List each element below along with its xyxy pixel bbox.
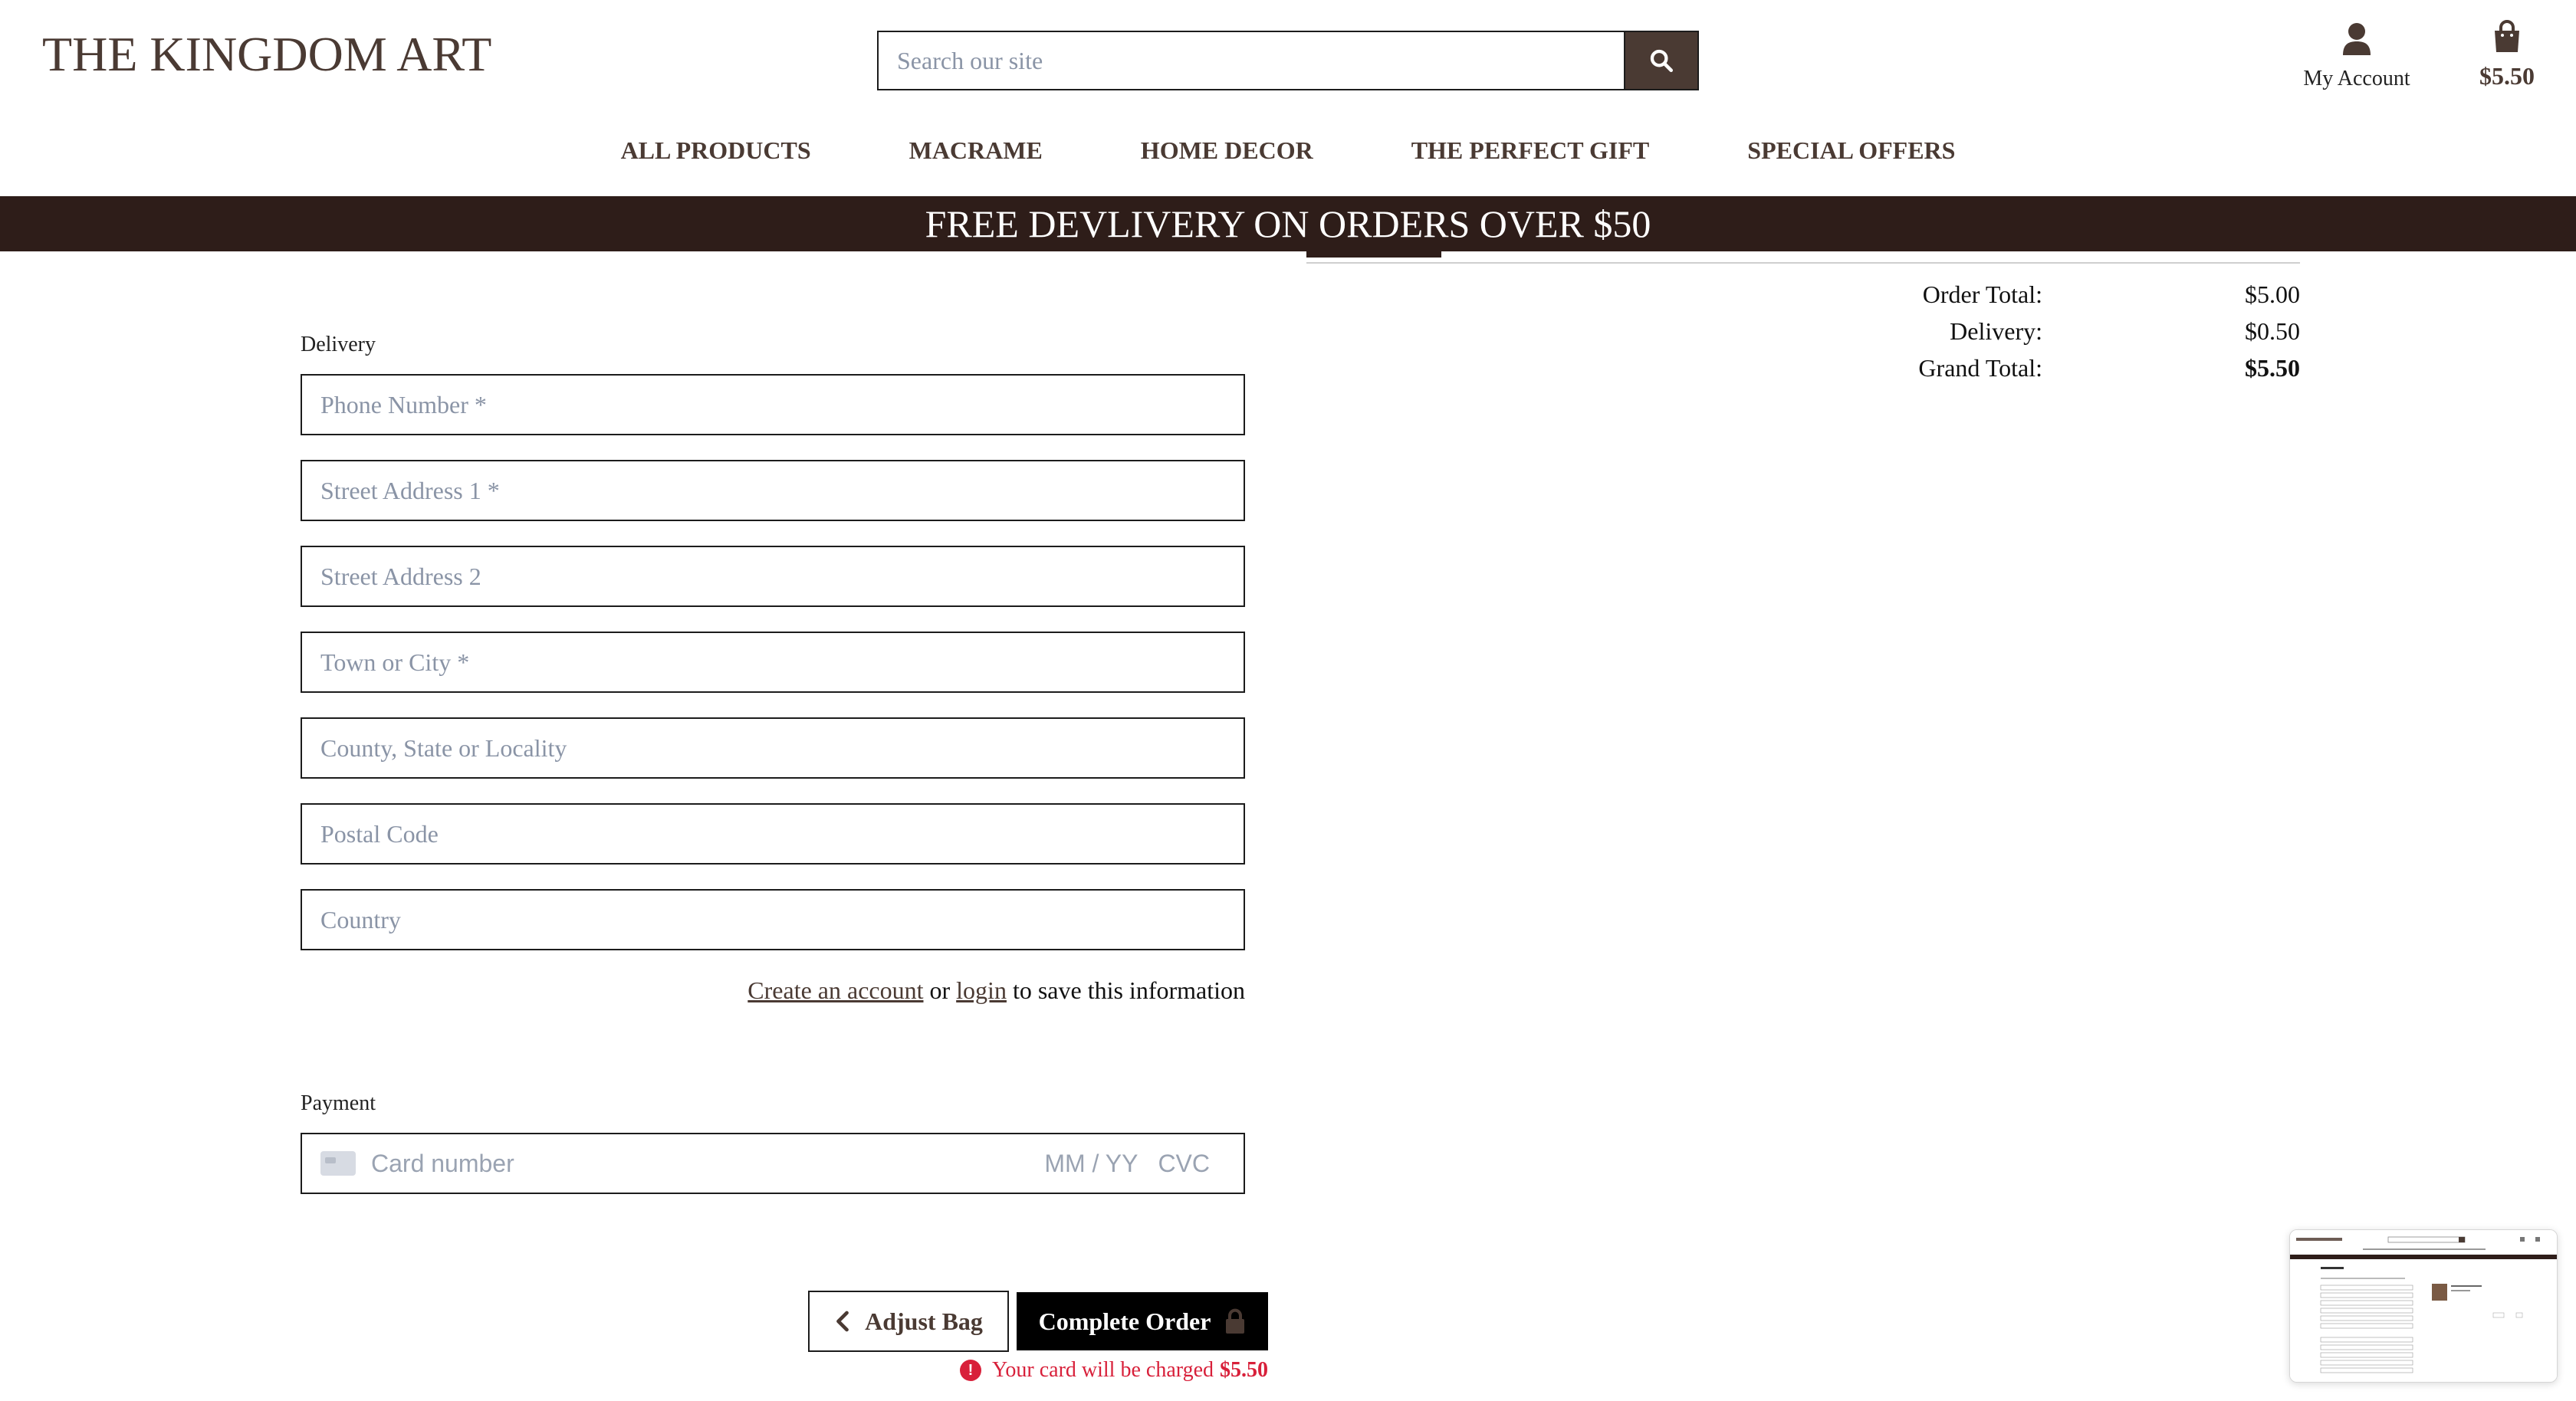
nav-perfect-gift[interactable]: THE PERFECT GIFT	[1411, 136, 1650, 165]
card-expiry-placeholder[interactable]: MM / YY	[1044, 1150, 1138, 1178]
grand-total-row: Grand Total: $5.50	[1763, 354, 2300, 382]
grand-total-label: Grand Total:	[1918, 354, 2042, 382]
grand-total-value: $5.50	[2245, 354, 2300, 382]
postal-code-input[interactable]	[302, 805, 1244, 863]
town-city-field	[301, 632, 1245, 693]
user-icon	[2343, 23, 2371, 55]
adjust-bag-label: Adjust Bag	[865, 1307, 983, 1335]
delivery-cost-value: $0.50	[2245, 317, 2300, 345]
delivery-cost-row: Delivery: $0.50	[1763, 317, 2300, 346]
my-account-label: My Account	[2303, 67, 2410, 90]
bag-total: $5.50	[2479, 62, 2535, 90]
or-text: or	[929, 976, 951, 1004]
nav-special-offers[interactable]: SPECIAL OFFERS	[1747, 136, 1955, 165]
country-select[interactable]	[302, 891, 1244, 949]
county-field	[301, 717, 1245, 779]
chevron-left-icon	[836, 1311, 849, 1332]
search-button[interactable]	[1624, 32, 1697, 89]
card-input-field[interactable]: Card number MM / YY CVC	[301, 1133, 1245, 1194]
street-address-2-field	[301, 546, 1245, 607]
summary-divider	[1306, 262, 2300, 264]
shopping-bag-icon	[2495, 20, 2519, 52]
summary-divider-accent	[1306, 251, 1441, 258]
complete-order-button[interactable]: Complete Order	[1017, 1292, 1268, 1350]
street-address-2-input[interactable]	[302, 547, 1244, 605]
street-address-1-input[interactable]	[302, 461, 1244, 520]
page-preview-thumbnail[interactable]	[2289, 1229, 2558, 1383]
order-total-value: $5.00	[2245, 281, 2300, 308]
postal-code-field	[301, 803, 1245, 865]
lock-icon	[1226, 1308, 1245, 1334]
main-navigation: ALL PRODUCTS MACRAME HOME DECOR THE PERF…	[0, 136, 2576, 165]
charge-amount: $5.50	[1220, 1358, 1268, 1382]
country-field	[301, 889, 1245, 950]
phone-number-input[interactable]	[302, 376, 1244, 434]
town-city-input[interactable]	[302, 633, 1244, 691]
payment-section-label: Payment	[301, 1091, 376, 1115]
site-logo[interactable]: THE KINGDOM ART	[42, 26, 491, 83]
search-icon	[1650, 49, 1674, 73]
card-number-placeholder[interactable]: Card number	[371, 1150, 1044, 1178]
search-bar	[877, 31, 1699, 90]
delivery-section-label: Delivery	[301, 333, 376, 356]
delivery-cost-label: Delivery:	[1950, 317, 2042, 345]
order-total-label: Order Total:	[1922, 281, 2042, 308]
nav-all-products[interactable]: ALL PRODUCTS	[621, 136, 811, 165]
shopping-bag-link[interactable]: $5.50	[2469, 20, 2545, 90]
login-link[interactable]: login	[956, 976, 1007, 1004]
nav-macrame[interactable]: MACRAME	[909, 136, 1043, 165]
nav-home-decor[interactable]: HOME DECOR	[1141, 136, 1313, 165]
save-info-suffix: to save this information	[1012, 976, 1245, 1004]
card-cvc-placeholder[interactable]: CVC	[1158, 1150, 1210, 1178]
credit-card-icon	[320, 1151, 356, 1176]
page-preview-image	[2290, 1230, 2557, 1382]
save-info-text: Create an account or login to save this …	[748, 976, 1245, 1005]
phone-number-field	[301, 374, 1245, 435]
county-input[interactable]	[302, 719, 1244, 777]
complete-order-label: Complete Order	[1038, 1307, 1211, 1335]
adjust-bag-button[interactable]: Adjust Bag	[808, 1291, 1009, 1352]
charge-note-text: Your card will be charged	[991, 1358, 1214, 1382]
delivery-banner: FREE DEVLIVERY ON ORDERS OVER $50	[0, 196, 2576, 251]
order-total-row: Order Total: $5.00	[1763, 281, 2300, 309]
my-account-link[interactable]: My Account	[2292, 21, 2421, 91]
alert-icon: !	[959, 1360, 981, 1381]
charge-warning: ! Your card will be charged $5.50	[959, 1358, 1268, 1383]
street-address-1-field	[301, 460, 1245, 521]
search-input[interactable]	[879, 32, 1624, 89]
create-account-link[interactable]: Create an account	[748, 976, 923, 1004]
